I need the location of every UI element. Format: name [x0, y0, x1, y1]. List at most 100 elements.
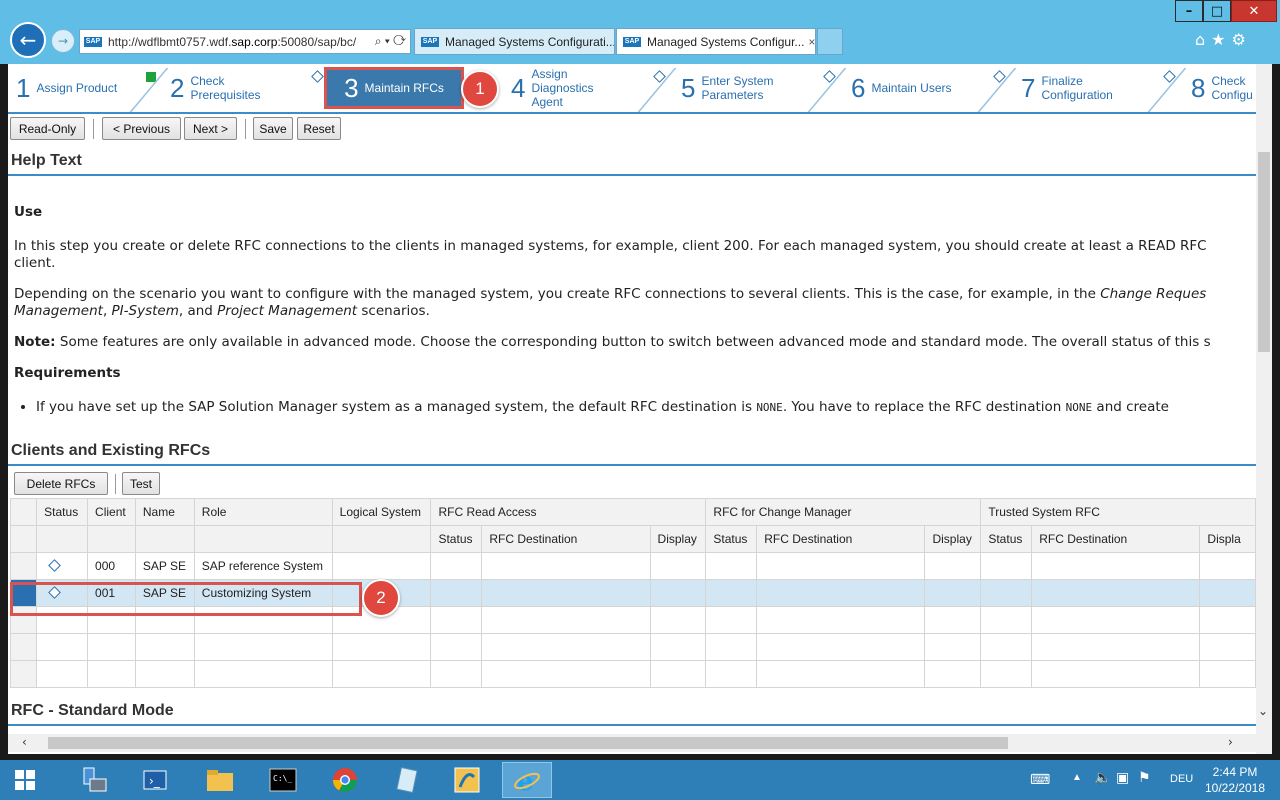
col-rfc-read-access[interactable]: RFC Read Access: [430, 498, 707, 526]
start-button[interactable]: [0, 762, 50, 798]
network-icon[interactable]: ▣: [1116, 770, 1129, 786]
table-row-selected[interactable]: 001 SAP SE Customizing System: [9, 579, 1256, 607]
action-center-icon[interactable]: ⚑: [1138, 770, 1151, 786]
previous-button[interactable]: < Previous: [102, 117, 181, 140]
subcol-status[interactable]: Status: [705, 525, 758, 553]
close-window-button[interactable]: ✕: [1231, 0, 1277, 22]
keyboard-icon[interactable]: ⌨: [1030, 772, 1050, 788]
read-only-button[interactable]: Read-Only: [10, 117, 85, 140]
home-icon[interactable]: ⌂: [1195, 30, 1211, 49]
roadmap-step-3-active[interactable]: 3 Maintain RFCs: [324, 67, 464, 109]
vertical-scroll-thumb[interactable]: [1258, 152, 1270, 352]
roadmap-step-4[interactable]: 4 Assign Diagnostics Agent: [511, 64, 594, 112]
chrome-icon: [333, 768, 357, 793]
new-tab-button[interactable]: [817, 28, 843, 55]
show-hidden-icons-icon[interactable]: ▲: [1072, 772, 1082, 783]
star-icon[interactable]: ★: [1211, 30, 1231, 49]
horizontal-scrollbar[interactable]: ‹ ›: [8, 734, 1256, 752]
notepad-taskbar-button[interactable]: [382, 762, 432, 798]
use-heading: Use: [14, 204, 43, 220]
empty-cell: [705, 633, 758, 661]
subcol-status[interactable]: Status: [430, 525, 483, 553]
maximize-button[interactable]: □: [1203, 0, 1231, 22]
roadmap-step-1[interactable]: 1 Assign Product: [16, 64, 117, 112]
scroll-left-icon[interactable]: ‹: [22, 735, 27, 749]
empty-cell: [134, 633, 195, 661]
subcol-rfc-destination[interactable]: RFC Destination: [756, 525, 926, 553]
scroll-right-icon[interactable]: ›: [1228, 735, 1233, 749]
requirements-heading: Requirements: [14, 365, 121, 381]
sap-logo-icon: SAP: [623, 36, 641, 47]
step-number: 2: [170, 72, 185, 103]
horizontal-scroll-thumb[interactable]: [48, 737, 1008, 749]
tab-close-icon[interactable]: ×: [808, 35, 815, 49]
cmd-taskbar-button[interactable]: C:\_: [258, 762, 308, 798]
roadmap-step-5[interactable]: 5 Enter System Parameters: [681, 64, 774, 112]
internet-explorer-taskbar-button[interactable]: e: [502, 762, 552, 798]
col-client[interactable]: Client: [87, 498, 136, 526]
col-name[interactable]: Name: [134, 498, 195, 526]
subcol-rfc-destination[interactable]: RFC Destination: [1031, 525, 1201, 553]
row-selector[interactable]: [9, 552, 38, 580]
toolbar-separator: [115, 474, 116, 494]
col-trusted-system-rfc[interactable]: Trusted System RFC: [980, 498, 1256, 526]
subcol-display[interactable]: Display: [924, 525, 982, 553]
subcol-rfc-destination[interactable]: RFC Destination: [481, 525, 651, 553]
gear-icon[interactable]: ⚙: [1232, 30, 1252, 49]
col-rfc-change-manager[interactable]: RFC for Change Manager: [705, 498, 982, 526]
tab-title: Managed Systems Configurati...: [445, 34, 615, 49]
volume-muted-icon[interactable]: 🔈: [1094, 770, 1111, 786]
empty-cell: [36, 660, 89, 688]
next-button[interactable]: Next >: [184, 117, 237, 140]
subcol-display[interactable]: Displa: [1199, 525, 1256, 553]
browser-tab-1[interactable]: SAP Managed Systems Configurati...: [414, 28, 615, 55]
row-selector[interactable]: [9, 579, 38, 607]
empty-cell: [1031, 606, 1201, 634]
subcol-status[interactable]: Status: [980, 525, 1033, 553]
empty-cell: [980, 579, 1033, 607]
minimize-button[interactable]: –: [1175, 0, 1203, 22]
roadmap-step-7[interactable]: 7 Finalize Configuration: [1021, 64, 1113, 112]
address-tools-icons[interactable]: ⌕ ▾ ⟳: [375, 34, 406, 49]
taskbar-clock[interactable]: 2:44 PM 10/22/2018: [1200, 764, 1270, 796]
file-explorer-taskbar-button[interactable]: [195, 762, 245, 798]
chrome-taskbar-button[interactable]: [320, 762, 370, 798]
callout-badge-1: 1: [461, 70, 499, 108]
browser-tab-2[interactable]: SAP Managed Systems Configur... ×: [616, 28, 816, 55]
col-role[interactable]: Role: [193, 498, 333, 526]
delete-rfcs-button[interactable]: Delete RFCs: [14, 472, 108, 495]
server-manager-taskbar-button[interactable]: [70, 762, 120, 798]
col-logical-system[interactable]: Logical System: [331, 498, 432, 526]
subcol-display[interactable]: Display: [649, 525, 707, 553]
empty-cell: [649, 552, 707, 580]
roadmap-step-2[interactable]: 2 Check Prerequisites: [170, 64, 261, 112]
command-prompt-icon: C:\_: [269, 768, 297, 792]
col-status[interactable]: Status: [36, 498, 89, 526]
scroll-down-icon[interactable]: ⌄: [1258, 704, 1268, 718]
step-number: 3: [344, 72, 359, 103]
vertical-scrollbar[interactable]: ⌄: [1256, 64, 1272, 754]
step-label: Enter System Parameters: [701, 74, 774, 102]
row-selector: [9, 660, 38, 688]
step-label: Check Prerequisites: [190, 74, 261, 102]
test-button[interactable]: Test: [122, 472, 160, 495]
roadmap-step-6[interactable]: 6 Maintain Users: [851, 64, 952, 112]
forward-button[interactable]: →: [51, 29, 75, 53]
role-cell: Customizing System: [193, 579, 333, 607]
input-language-indicator[interactable]: DEU: [1170, 773, 1193, 785]
back-button[interactable]: ←: [10, 22, 46, 58]
step-number: 1: [16, 72, 31, 103]
reset-button[interactable]: Reset: [297, 117, 341, 140]
empty-cell: [980, 660, 1033, 688]
table-row[interactable]: 000 SAP SE SAP reference System: [9, 552, 1256, 580]
row-selector: [9, 606, 38, 634]
table-row-empty: [9, 660, 1256, 688]
empty-cell: [705, 579, 758, 607]
roadmap-step-8[interactable]: 8 Check Configu: [1191, 64, 1253, 112]
sap-logon-taskbar-button[interactable]: [442, 762, 492, 798]
address-bar[interactable]: SAP http://wdflbmt0757.wdf.sap.corp:5008…: [79, 29, 411, 54]
save-button[interactable]: Save: [253, 117, 293, 140]
clients-section-title: Clients and Existing RFCs: [8, 436, 1256, 466]
powershell-taskbar-button[interactable]: ›_: [130, 762, 180, 798]
server-manager-icon: [83, 767, 107, 792]
